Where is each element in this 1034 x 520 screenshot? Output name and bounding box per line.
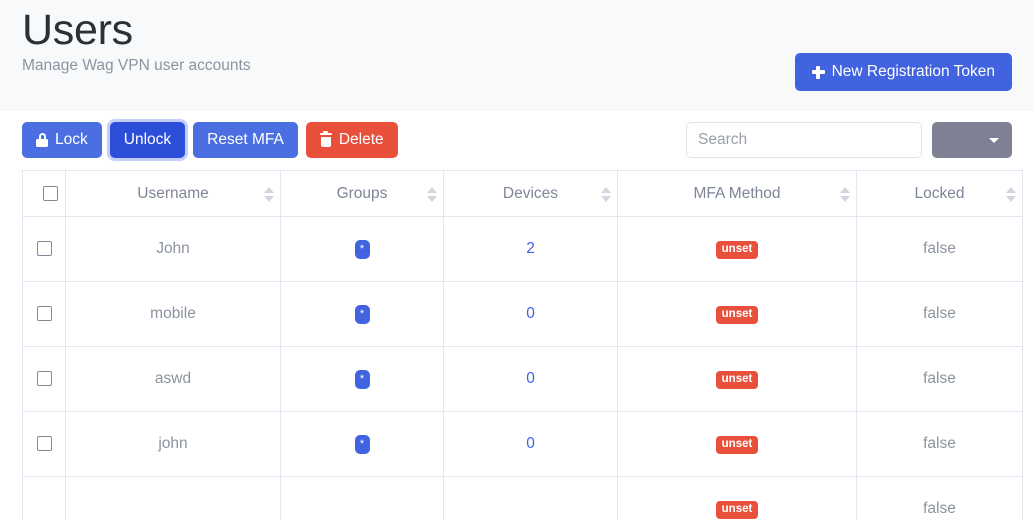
devices-link[interactable]: 2 [526, 240, 535, 257]
column-header-username[interactable]: Username [65, 170, 281, 217]
mfa-status-badge: unset [715, 500, 759, 520]
row-select-cell [22, 346, 66, 412]
devices-link[interactable]: 0 [526, 370, 535, 387]
cell-mfa-method: unset [617, 281, 857, 347]
cell-devices: 0 [443, 281, 618, 347]
cell-groups [280, 476, 444, 520]
users-table-head: Username Groups Devices MFA Method Locke… [22, 170, 1023, 217]
actions-toolbar: Lock Unlock Reset MFA Delete [0, 110, 1034, 170]
mfa-status-badge: unset [715, 370, 759, 390]
cell-locked: false [856, 281, 1023, 347]
users-table-body: John * 2 unset false mobile * 0 unset false aswd * 0… [22, 216, 1023, 520]
lock-button[interactable]: Lock [22, 122, 102, 158]
cell-mfa-method: unset [617, 476, 857, 520]
column-header-devices[interactable]: Devices [443, 170, 618, 217]
row-select-cell [22, 281, 66, 347]
column-header-groups[interactable]: Groups [280, 170, 444, 217]
table-row: John * 2 unset false [22, 216, 1023, 282]
cell-groups: * [280, 216, 444, 282]
cell-devices: 0 [443, 411, 618, 477]
group-badge: * [354, 370, 370, 389]
sort-icon-locked[interactable] [1006, 186, 1016, 202]
devices-link[interactable]: 0 [526, 435, 535, 452]
mfa-status-badge: unset [715, 305, 759, 325]
page-title: Users [22, 6, 133, 54]
new-registration-token-button[interactable]: New Registration Token [794, 53, 1012, 91]
cell-username: john [65, 411, 281, 477]
sort-icon-username[interactable] [264, 186, 274, 202]
column-label-mfa-method: MFA Method [693, 184, 781, 202]
column-label-locked: Locked [914, 184, 965, 202]
row-select-checkbox[interactable] [36, 241, 52, 257]
column-label-groups: Groups [336, 184, 388, 202]
table-row: unset false [22, 476, 1023, 520]
select-all-header [22, 170, 66, 217]
cell-locked: false [856, 411, 1023, 477]
devices-link[interactable]: 0 [526, 305, 535, 322]
new-registration-token-label: New Registration Token [831, 63, 995, 80]
group-badge: * [354, 240, 370, 259]
sort-icon-groups[interactable] [427, 186, 437, 202]
unlock-button-label: Unlock [123, 131, 172, 148]
lock-button-label: Lock [55, 131, 88, 148]
table-row: mobile * 0 unset false [22, 281, 1023, 347]
trash-icon [319, 130, 332, 147]
delete-button[interactable]: Delete [305, 122, 398, 158]
search-input[interactable] [686, 122, 922, 158]
sort-icon-devices[interactable] [601, 186, 611, 202]
table-options-dropdown-button[interactable] [932, 122, 1012, 158]
group-badge: * [354, 305, 370, 324]
group-badge: * [354, 435, 370, 454]
row-select-cell [22, 216, 66, 282]
column-header-locked[interactable]: Locked [856, 170, 1023, 217]
mfa-status-badge: unset [715, 240, 759, 260]
reset-mfa-button-label: Reset MFA [207, 131, 284, 148]
select-all-checkbox[interactable] [43, 185, 58, 201]
table-header-row: Username Groups Devices MFA Method Locke… [22, 170, 1023, 217]
users-table: Username Groups Devices MFA Method Locke… [22, 170, 1023, 520]
page-header: Users Manage Wag VPN user accounts New R… [0, 0, 1034, 110]
cell-locked: false [856, 216, 1023, 282]
row-select-cell [22, 476, 66, 520]
row-select-checkbox[interactable] [36, 371, 52, 387]
cell-username: aswd [65, 346, 281, 412]
column-label-username: Username [137, 184, 209, 202]
toolbar-right-group [686, 122, 1012, 158]
cell-devices: 0 [443, 346, 618, 412]
chevron-down-icon [989, 138, 999, 143]
row-select-checkbox[interactable] [36, 306, 52, 322]
cell-locked: false [856, 346, 1023, 412]
sort-icon-mfa-method[interactable] [840, 186, 850, 202]
cell-username: mobile [65, 281, 281, 347]
mfa-status-badge: unset [715, 435, 759, 455]
cell-groups: * [280, 281, 444, 347]
cell-groups: * [280, 346, 444, 412]
padlock-icon [36, 133, 48, 147]
cell-devices: 2 [443, 216, 618, 282]
cell-username [65, 476, 281, 520]
row-select-checkbox[interactable] [36, 436, 52, 452]
cell-username: John [65, 216, 281, 282]
cell-mfa-method: unset [617, 346, 857, 412]
unlock-button[interactable]: Unlock [109, 122, 186, 158]
cell-mfa-method: unset [617, 216, 857, 282]
table-row: john * 0 unset false [22, 411, 1023, 477]
column-label-devices: Devices [502, 184, 559, 202]
column-header-mfa-method[interactable]: MFA Method [617, 170, 857, 217]
cell-mfa-method: unset [617, 411, 857, 477]
cell-groups: * [280, 411, 444, 477]
plus-icon [811, 65, 825, 79]
delete-button-label: Delete [338, 131, 384, 148]
reset-mfa-button[interactable]: Reset MFA [193, 122, 298, 158]
table-row: aswd * 0 unset false [22, 346, 1023, 412]
cell-devices [443, 476, 618, 520]
cell-locked: false [856, 476, 1023, 520]
users-page: Users Manage Wag VPN user accounts New R… [0, 0, 1034, 520]
users-table-container: Username Groups Devices MFA Method Locke… [0, 170, 1034, 520]
row-select-cell [22, 411, 66, 477]
